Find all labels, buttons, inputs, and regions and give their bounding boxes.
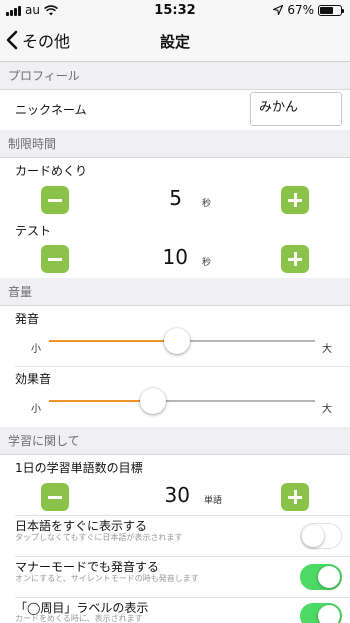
toggle-knob bbox=[318, 566, 340, 588]
test-row: テスト 10 秒 bbox=[0, 218, 350, 277]
sound-effect-slider-thumb[interactable] bbox=[139, 388, 166, 414]
card-flip-unit: 秒 bbox=[202, 199, 212, 209]
card-flip-value: 5 bbox=[169, 186, 182, 210]
pronunciation-min-label: 小 bbox=[31, 344, 41, 355]
lap-label-toggle[interactable] bbox=[300, 603, 342, 623]
pronunciation-slider-fill bbox=[49, 340, 177, 342]
nickname-label: ニックネーム bbox=[15, 103, 87, 117]
manner-mode-row: マナーモードでも発音する オンにすると、サイレントモードの時も発音します bbox=[0, 557, 350, 597]
battery-icon bbox=[318, 4, 344, 16]
status-right: 67% bbox=[273, 3, 344, 17]
location-arrow-icon bbox=[273, 5, 284, 15]
plus-icon bbox=[288, 490, 302, 504]
minus-icon bbox=[48, 198, 62, 202]
section-header-profile: プロフィール bbox=[0, 62, 350, 90]
daily-goal-unit: 単語 bbox=[204, 496, 223, 506]
daily-goal-row: 1日の学習単語数の目標 30 単語 bbox=[0, 455, 350, 515]
daily-goal-decrement-button[interactable] bbox=[41, 483, 69, 511]
sound-effect-min-label: 小 bbox=[31, 404, 41, 415]
pronunciation-slider-thumb[interactable] bbox=[163, 328, 190, 354]
test-increment-button[interactable] bbox=[281, 245, 309, 273]
page-title: 設定 bbox=[159, 33, 190, 51]
toggle-knob bbox=[302, 525, 324, 547]
plus-icon bbox=[288, 252, 302, 266]
section-header-learning: 学習に関して bbox=[0, 427, 350, 455]
show-japanese-toggle[interactable] bbox=[300, 523, 342, 549]
manner-mode-sub: オンにすると、サイレントモードの時も発音します bbox=[15, 574, 199, 583]
card-flip-decrement-button[interactable] bbox=[41, 186, 69, 214]
show-japanese-row: 日本語をすぐに表示する タップしなくてもすぐに日本語が表示されます bbox=[0, 516, 350, 556]
card-flip-label: カードめくり bbox=[15, 164, 88, 178]
sound-effect-max-label: 大 bbox=[322, 404, 332, 415]
pronunciation-row: 発音 小 大 bbox=[0, 306, 350, 366]
pronunciation-label: 発音 bbox=[15, 312, 40, 326]
daily-goal-label: 1日の学習単語数の目標 bbox=[15, 461, 143, 475]
test-decrement-button[interactable] bbox=[41, 245, 69, 273]
section-header-volume: 音量 bbox=[0, 278, 350, 306]
test-value: 10 bbox=[162, 245, 188, 269]
sound-effect-slider-fill bbox=[49, 400, 153, 402]
card-flip-increment-button[interactable] bbox=[281, 186, 309, 214]
battery-percent: 67% bbox=[287, 3, 314, 17]
test-unit: 秒 bbox=[202, 258, 212, 268]
nav-bar: その他 設定 bbox=[0, 20, 350, 62]
sound-effect-label: 効果音 bbox=[15, 372, 52, 386]
nickname-input[interactable]: みかん bbox=[250, 92, 342, 126]
battery-fill bbox=[320, 6, 334, 14]
daily-goal-increment-button[interactable] bbox=[281, 483, 309, 511]
sound-effect-row: 効果音 小 大 bbox=[0, 367, 350, 427]
lap-label-row: 「◯周目」ラベルの表示 カードをめくる時に、表示されます bbox=[0, 598, 350, 623]
section-header-time-limit: 制限時間 bbox=[0, 130, 350, 158]
manner-mode-toggle[interactable] bbox=[300, 564, 342, 590]
plus-icon bbox=[288, 193, 302, 207]
test-label: テスト bbox=[15, 224, 52, 238]
status-bar: au 15:32 67% bbox=[0, 0, 350, 20]
minus-icon bbox=[48, 257, 62, 261]
daily-goal-value: 30 bbox=[164, 483, 190, 507]
lap-label-sub: カードをめくる時に、表示されます bbox=[15, 614, 143, 623]
pronunciation-max-label: 大 bbox=[322, 344, 332, 355]
nickname-row: ニックネーム みかん bbox=[0, 90, 350, 130]
show-japanese-sub: タップしなくてもすぐに日本語が表示されます bbox=[15, 533, 183, 542]
toggle-knob bbox=[318, 605, 340, 623]
minus-icon bbox=[48, 495, 62, 499]
card-flip-row: カードめくり 5 秒 bbox=[0, 158, 350, 218]
